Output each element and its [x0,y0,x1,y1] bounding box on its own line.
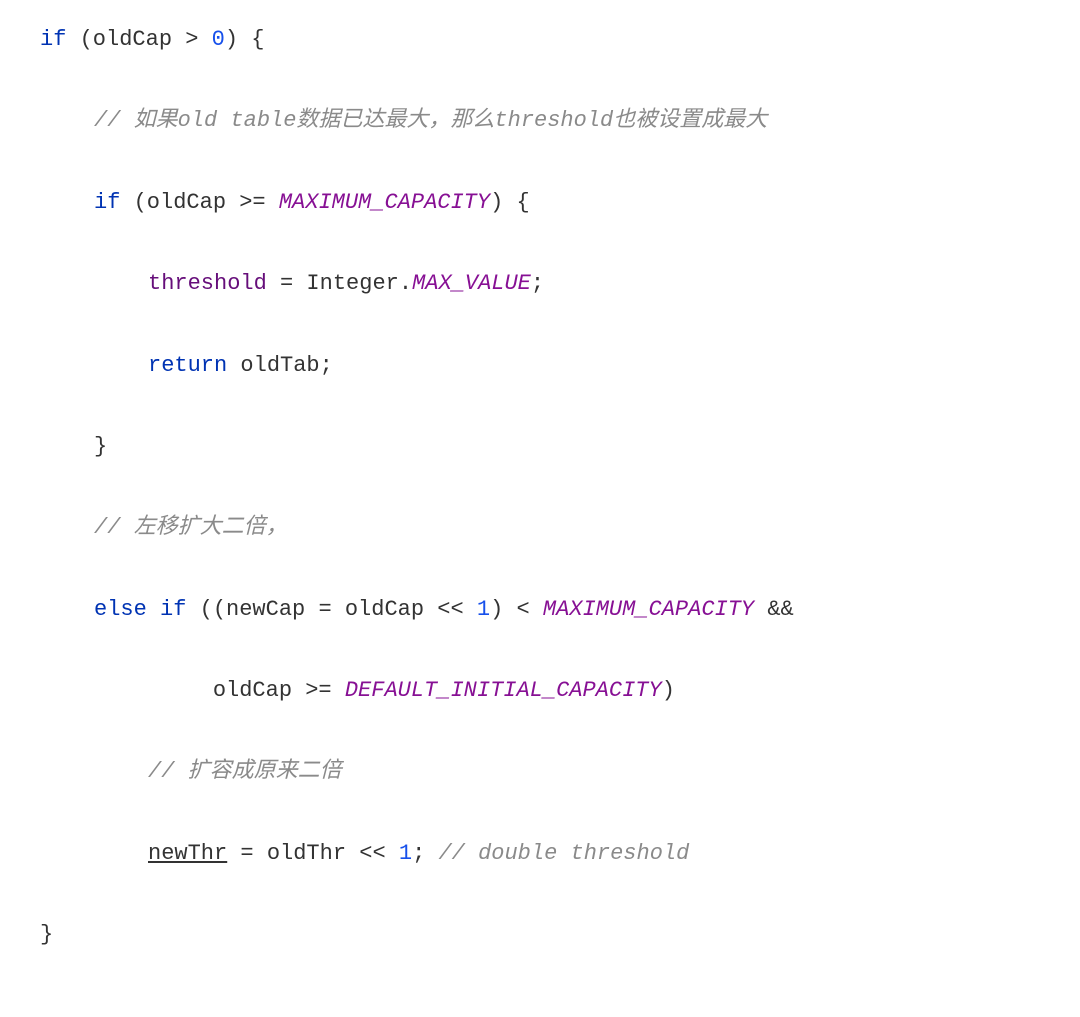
variable: threshold [148,271,267,296]
variable-underlined: newThr [148,841,227,866]
comment: // 左移扩大二倍， [94,515,288,540]
code-line: newThr = oldThr << 1; // double threshol… [40,834,1040,875]
code-text: ) < [490,597,543,622]
code-line: // 如果old table数据已达最大，那么threshold也被设置成最大 [40,101,1040,142]
code-line: // 扩容成原来二倍 [40,752,1040,793]
code-line: if (oldCap >= MAXIMUM_CAPACITY) { [40,183,1040,224]
code-text: (oldCap > [66,27,211,52]
code-text: ((newCap = oldCap << [186,597,476,622]
brace: } [40,922,53,947]
code-text: ) { [225,27,265,52]
code-text: ; [412,841,438,866]
number-literal: 1 [477,597,490,622]
constant: DEFAULT_INITIAL_CAPACITY [345,678,662,703]
code-text: && [754,597,794,622]
code-line: threshold = Integer.MAX_VALUE; [40,264,1040,305]
code-text: = Integer. [267,271,412,296]
code-text: ) { [490,190,530,215]
code-line: return oldTab; [40,346,1040,387]
code-text: = oldThr << [227,841,399,866]
code-text: ; [531,271,544,296]
constant: MAX_VALUE [412,271,531,296]
code-line: } [40,427,1040,468]
keyword-else-if: else if [94,597,186,622]
code-line: if (oldCap > 0) { [40,20,1040,61]
code-text: oldCap >= [94,678,345,703]
code-line: // 左移扩大二倍， [40,508,1040,549]
code-line: oldCap >= DEFAULT_INITIAL_CAPACITY) [40,671,1040,712]
comment: // double threshold [438,841,689,866]
code-text: oldTab; [227,353,333,378]
keyword-if: if [40,27,66,52]
keyword-return: return [148,353,227,378]
number-literal: 0 [212,27,225,52]
code-line: else if ((newCap = oldCap << 1) < MAXIMU… [40,590,1040,631]
number-literal: 1 [399,841,412,866]
constant: MAXIMUM_CAPACITY [279,190,490,215]
brace: } [94,434,107,459]
code-text: (oldCap >= [120,190,278,215]
comment: // 扩容成原来二倍 [148,759,342,784]
constant: MAXIMUM_CAPACITY [543,597,754,622]
code-text: ) [662,678,675,703]
code-snippet: if (oldCap > 0) { // 如果old table数据已达最大，那… [40,20,1040,997]
comment: // 如果old table数据已达最大，那么threshold也被设置成最大 [94,108,767,133]
keyword-if: if [94,190,120,215]
code-line: } [40,915,1040,956]
